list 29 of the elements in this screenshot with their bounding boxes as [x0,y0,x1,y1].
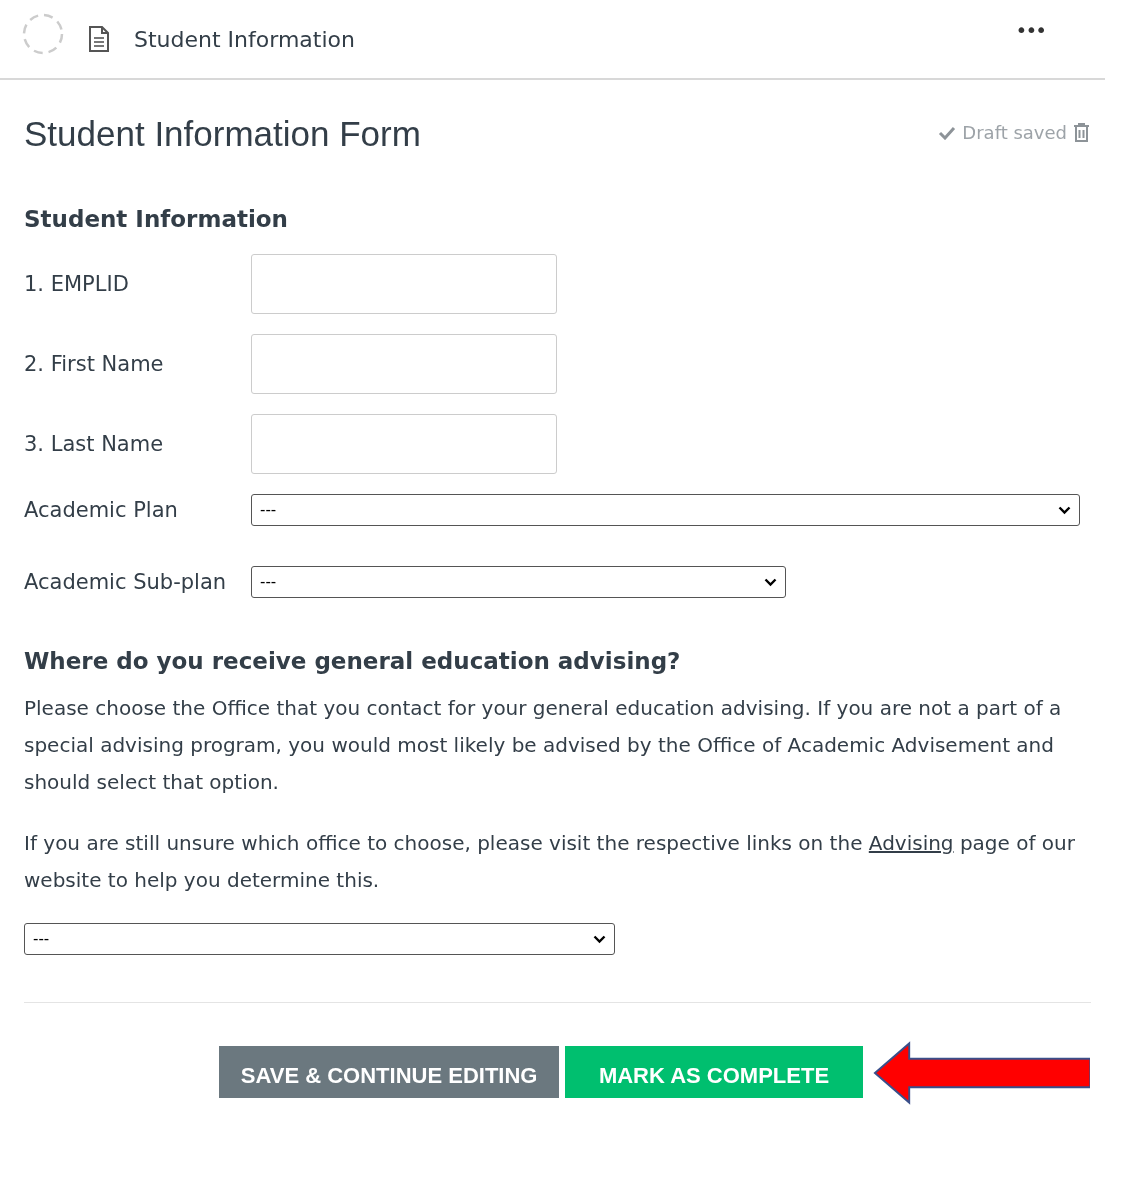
form-title: Student Information Form [24,114,421,154]
field-label: 2. First Name [24,352,165,376]
advising-link[interactable]: Advising [868,831,954,855]
document-icon [88,26,110,52]
draft-status: Draft saved [962,122,1067,143]
field-label: 3. Last Name [24,432,165,456]
chevron-icon [593,934,606,944]
more-menu[interactable]: ••• [1015,18,1045,42]
select-field[interactable]: --- [251,494,1080,526]
text-field[interactable] [251,414,557,474]
text-field[interactable] [251,334,557,394]
question-title: Where do you receive general education advising? [24,648,682,674]
select-field[interactable]: --- [251,566,786,598]
question-note: If you are still unsure which office to choose, please visit the respective links on the Advising page of our website to help you determine this. [24,830,1076,894]
question-description: Please choose the Office that you contact for your general education advising. If you are not a part of a special advising program, you would most likely be advised by the Office of Academic Advisement and should select that option. [24,695,1063,796]
chevron-icon [764,577,777,587]
arrow-icon [872,1040,1090,1106]
save-button[interactable]: SAVE & CONTINUE EDITING [219,1046,560,1098]
field-label: Academic Plan [24,498,179,522]
chevron-icon [1058,505,1071,515]
trash-icon[interactable] [1073,123,1090,142]
field-label: Academic Sub-plan [24,570,228,594]
field-label: 1. EMPLID [24,272,130,296]
check-icon [938,125,957,140]
text-field[interactable] [251,254,557,314]
page-title: Student Information [134,26,356,52]
progress-circle-icon [22,13,64,55]
select-field[interactable]: --- [24,923,615,955]
section-heading: Student Information [24,206,289,232]
